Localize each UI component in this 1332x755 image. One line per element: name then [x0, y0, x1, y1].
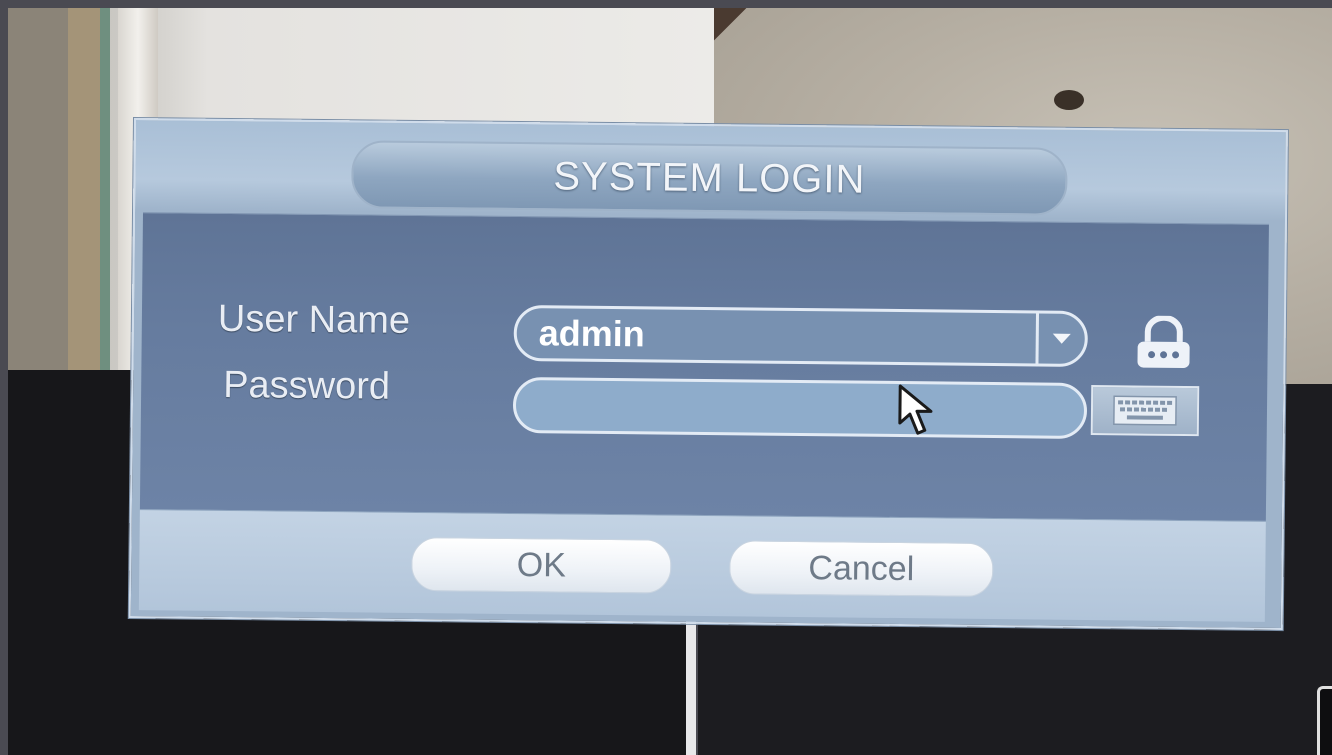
chevron-down-icon[interactable] [1035, 313, 1085, 364]
username-select[interactable]: admin [513, 304, 1089, 367]
ok-button[interactable]: OK [411, 536, 672, 594]
keyboard-button[interactable] [1090, 385, 1200, 437]
lock-icon [1137, 315, 1190, 369]
login-form-panel: User Name admin Password [139, 212, 1269, 522]
username-value: admin [538, 312, 645, 355]
dialog-title: SYSTEM LOGIN [553, 153, 866, 202]
mouse-pointer-icon [898, 384, 933, 435]
dialog-footer: OK Cancel [138, 510, 1266, 622]
feed-edge-shape [714, 8, 754, 48]
dialog-title-bar: SYSTEM LOGIN [351, 140, 1068, 216]
password-label: Password [222, 363, 391, 408]
username-label: User Name [217, 297, 411, 342]
screen-corner [1317, 686, 1332, 755]
password-input[interactable] [512, 376, 1088, 439]
system-login-dialog: SYSTEM LOGIN User Name admin Password OK… [128, 118, 1288, 631]
feed-spot-shape [1054, 90, 1084, 110]
dvr-screen: SYSTEM LOGIN User Name admin Password OK… [0, 0, 1332, 755]
cancel-button[interactable]: Cancel [729, 540, 994, 598]
keyboard-icon [1113, 395, 1177, 426]
